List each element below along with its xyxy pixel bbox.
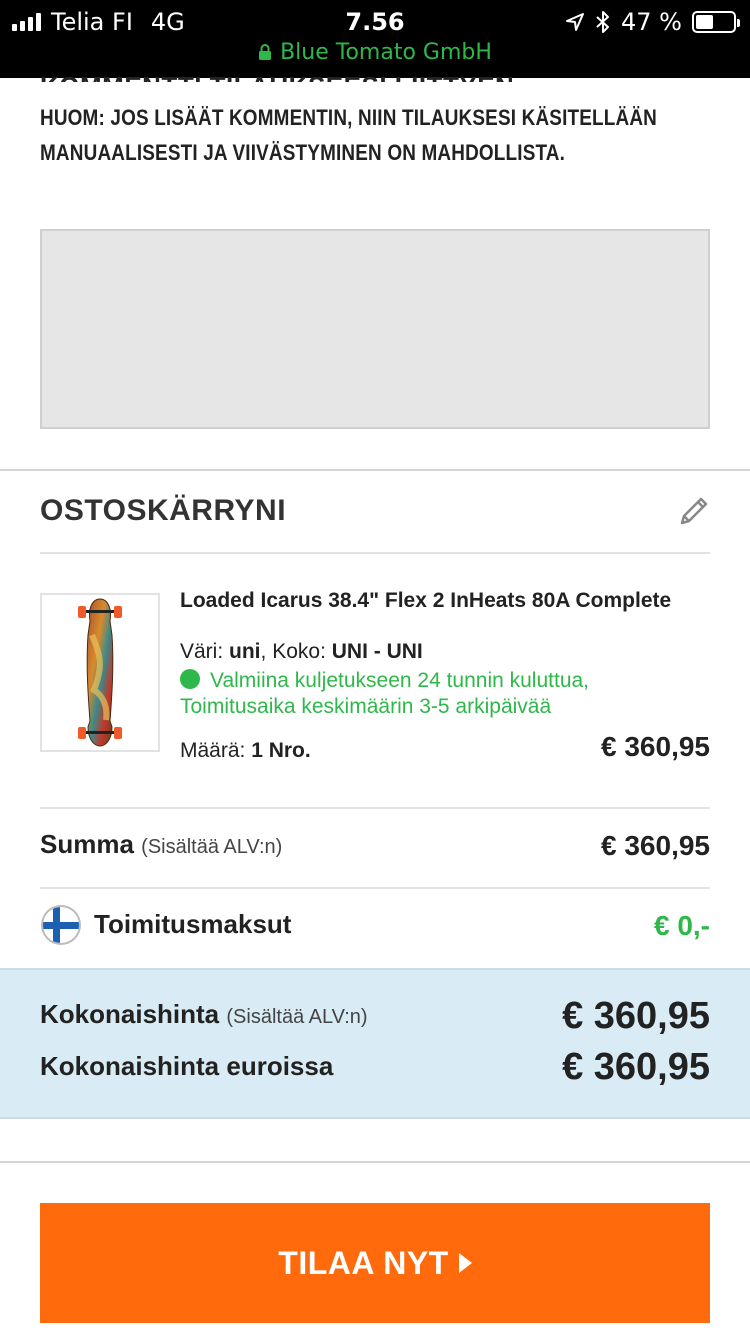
battery-level xyxy=(696,15,713,29)
total-label: Kokonaishinta (Sisältää ALV:n) xyxy=(40,999,368,1030)
cart-title: OSTOSKÄRRYNI xyxy=(40,494,287,527)
availability-status: Valmiina kuljetukseen 24 tunnin kuluttua… xyxy=(180,668,700,720)
total-value: € 360,95 xyxy=(562,995,710,1037)
order-button-label: TILAA NYT xyxy=(278,1244,449,1281)
shipping-value: € 0,- xyxy=(653,910,710,941)
subtotal-vat-note: (Sisältää ALV:n) xyxy=(141,836,283,858)
status-right: 47 % xyxy=(565,8,740,36)
item-price: € 360,95 xyxy=(601,731,710,762)
color-value: uni xyxy=(229,640,261,663)
total-eur-value: € 360,95 xyxy=(562,1046,710,1088)
subtotal-value: € 360,95 xyxy=(601,830,710,861)
footer-divider xyxy=(0,1161,750,1163)
comment-textarea[interactable] xyxy=(40,229,710,429)
item-divider xyxy=(40,807,710,809)
shipping-label: Toimitusmaksut xyxy=(94,909,292,939)
finland-flag-icon xyxy=(41,905,81,945)
total-eur-label: Kokonaishinta euroissa xyxy=(40,1051,334,1081)
comment-warning: HUOM: JOS LISÄÄT KOMMENTIN, NIIN TILAUKS… xyxy=(40,105,658,165)
subtotal-label: Summa (Sisältää ALV:n) xyxy=(40,829,282,860)
product-name[interactable]: Loaded Icarus 38.4" Flex 2 InHeats 80A C… xyxy=(180,588,700,614)
subtotal-title: Summa xyxy=(40,829,134,859)
subtotal-divider xyxy=(40,887,710,889)
color-label: Väri: xyxy=(180,640,224,663)
availability-text: Valmiina kuljetukseen 24 tunnin kuluttua… xyxy=(180,669,590,718)
section-divider xyxy=(0,469,750,471)
availability-dot-icon xyxy=(180,669,200,689)
size-value: UNI - UNI xyxy=(331,640,423,663)
total-section xyxy=(0,968,750,1119)
size-label: Koko: xyxy=(272,640,326,663)
lock-icon xyxy=(259,44,272,60)
battery-percentage: 47 % xyxy=(621,8,682,36)
quantity-value: 1 Nro. xyxy=(251,739,311,762)
cart-header-divider xyxy=(40,552,710,554)
product-variant: Väri: uni, Koko: UNI - UNI xyxy=(180,640,423,663)
play-arrow-icon xyxy=(458,1253,472,1273)
battery-icon xyxy=(692,11,740,33)
total-title: Kokonaishinta xyxy=(40,999,220,1029)
product-image[interactable] xyxy=(40,593,160,752)
site-name: Blue Tomato GmbH xyxy=(280,40,492,65)
site-identity: Blue Tomato GmbH xyxy=(0,40,750,65)
total-vat-note: (Sisältää ALV:n) xyxy=(226,1006,368,1028)
order-now-button[interactable]: TILAA NYT xyxy=(40,1203,710,1323)
pencil-icon[interactable] xyxy=(676,493,712,529)
comment-heading: KOMMENTTI TILAUKSEESI LIITTYEN xyxy=(40,64,514,82)
longboard-image xyxy=(78,598,122,747)
quantity: Määrä: 1 Nro. xyxy=(180,739,311,763)
bluetooth-icon xyxy=(596,11,610,33)
location-arrow-icon xyxy=(566,13,585,31)
quantity-label: Määrä: xyxy=(180,739,246,762)
